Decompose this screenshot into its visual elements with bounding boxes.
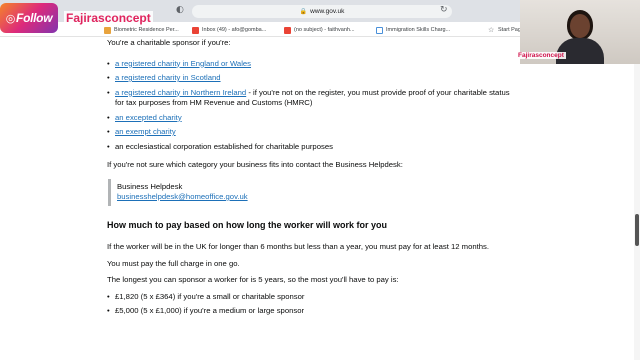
webcam-label: Fajirasconcept <box>516 52 566 59</box>
cost-list: • £1,820 (5 x £364) if you're a small or … <box>107 292 517 317</box>
bookmark-inbox[interactable]: Inbox (49) - afo@gomba... <box>192 25 278 35</box>
scrollbar-track[interactable] <box>634 64 640 360</box>
nav-icons: ◐ <box>176 5 184 15</box>
link-registered-charity-england-wales[interactable]: a registered charity in England or Wales <box>115 59 251 68</box>
link-excepted-charity[interactable]: an excepted charity <box>115 113 182 122</box>
list-item: • £5,000 (5 x £1,000) if you're a medium … <box>107 306 305 315</box>
helpdesk-email-link[interactable]: businesshelpdesk@homeoffice.gov.uk <box>117 192 248 201</box>
list-item: • an ecclesiastical corporation establish… <box>107 141 333 151</box>
instagram-icon: ◎ <box>5 11 16 25</box>
bookmark-no-subject[interactable]: (no subject) - faithvanh... <box>284 25 370 35</box>
url-text: www.gov.uk <box>310 8 345 15</box>
paragraph-longest-sponsorship: The longest you can sponsor a worker for… <box>107 275 399 284</box>
list-item: • a registered charity in Scotland <box>107 73 221 82</box>
paragraph-longer-than-6-months: If the worker will be in the UK for long… <box>107 242 490 251</box>
helpdesk-inset: Business Helpdesk businesshelpdesk@homeo… <box>108 178 517 206</box>
list-item: • £1,820 (5 x £364) if you're a small or … <box>107 291 305 301</box>
lock-icon: 🔒 <box>299 8 308 15</box>
list-item: • a registered charity in England or Wale… <box>107 58 252 68</box>
site-info-icon[interactable]: ◐ <box>176 5 184 15</box>
link-exempt-charity[interactable]: an exempt charity <box>115 127 176 136</box>
brand-name: Fajirasconcept <box>64 11 153 25</box>
sponsor-list: • a registered charity in England or Wale… <box>107 59 517 153</box>
url-field[interactable]: 🔒 www.gov.uk <box>192 5 452 18</box>
unsure-category-text: If you're not sure which category your b… <box>107 160 403 169</box>
reload-icon[interactable]: ↻ <box>440 5 448 15</box>
star-icon: ☆ <box>488 26 495 34</box>
brand-overlay: ◎ Follow Fajirasconcept <box>0 2 153 34</box>
paragraph-full-charge: You must pay the full charge in one go. <box>107 258 240 268</box>
list-item: • an exempt charity <box>107 127 176 136</box>
cost-small-sponsor: £1,820 (5 x £364) if you're a small or c… <box>115 291 305 301</box>
section-heading: How much to pay based on how long the wo… <box>107 219 388 230</box>
list-item-text: an ecclesiastical corporation establishe… <box>115 141 333 151</box>
page-icon <box>376 26 383 34</box>
page-content: You're a charitable sponsor if you're: •… <box>107 38 517 321</box>
instagram-follow-logo: ◎ Follow <box>0 3 58 33</box>
list-item: • a registered charity in Northern Irelan… <box>107 87 510 108</box>
scrollbar-thumb[interactable] <box>635 214 639 246</box>
cost-medium-large-sponsor: £5,000 (5 x £1,000) if you're a medium o… <box>115 306 305 315</box>
link-registered-charity-northern-ireland[interactable]: a registered charity in Northern Ireland <box>115 88 246 97</box>
bookmark-immigration-skills[interactable]: Immigration Skills Charg... <box>376 25 472 35</box>
link-registered-charity-scotland[interactable]: a registered charity in Scotland <box>115 73 221 82</box>
gmail-icon <box>284 26 291 34</box>
list-item: • an excepted charity <box>107 112 182 122</box>
helpdesk-name: Business Helpdesk <box>117 181 183 191</box>
charitable-sponsor-lead: You're a charitable sponsor if you're: <box>107 38 231 47</box>
gmail-icon <box>192 26 199 34</box>
